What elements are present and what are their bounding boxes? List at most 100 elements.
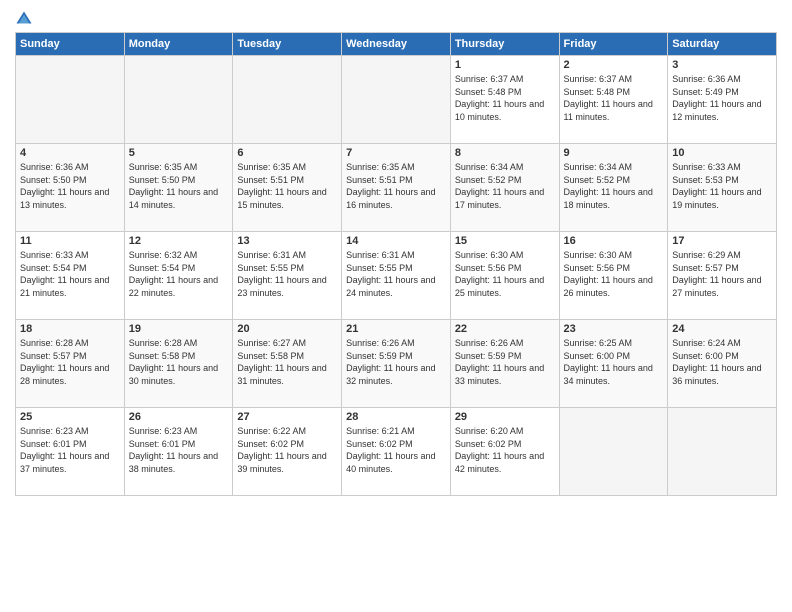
day-info: Sunrise: 6:21 AMSunset: 6:02 PMDaylight:… (346, 425, 446, 475)
day-number: 20 (237, 323, 337, 335)
day-info: Sunrise: 6:25 AMSunset: 6:00 PMDaylight:… (564, 337, 664, 387)
day-header-saturday: Saturday (668, 33, 777, 56)
logo (15, 10, 35, 28)
calendar-cell: 10Sunrise: 6:33 AMSunset: 5:53 PMDayligh… (668, 144, 777, 232)
calendar-cell: 4 Sunrise: 6:36 AMSunset: 5:50 PMDaylight… (16, 144, 125, 232)
day-info: Sunrise: 6:31 AMSunset: 5:55 PMDaylight:… (346, 249, 446, 299)
day-info: Sunrise: 6:35 AMSunset: 5:51 PMDaylight:… (237, 161, 337, 211)
day-info: Sunrise: 6:26 AMSunset: 5:59 PMDaylight:… (455, 337, 555, 387)
day-number: 3 (672, 59, 772, 71)
day-info: Sunrise: 6:37 AMSunset: 5:48 PMDaylight:… (455, 73, 555, 123)
day-info: Sunrise: 6:36 AMSunset: 5:50 PMDaylight:… (20, 161, 120, 211)
calendar-cell: 27 Sunrise: 6:22 AMSunset: 6:02 PMDayligh… (233, 408, 342, 496)
calendar-cell: 15Sunrise: 6:30 AMSunset: 5:56 PMDayligh… (450, 232, 559, 320)
day-number: 26 (129, 411, 229, 423)
day-number: 1 (455, 59, 555, 71)
day-number: 25 (20, 411, 120, 423)
day-number: 15 (455, 235, 555, 247)
day-info: Sunrise: 6:36 AMSunset: 5:49 PMDaylight:… (672, 73, 772, 123)
day-number: 28 (346, 411, 446, 423)
calendar-cell: 24 Sunrise: 6:24 AMSunset: 6:00 PMDayligh… (668, 320, 777, 408)
day-number: 21 (346, 323, 446, 335)
calendar-cell: 18 Sunrise: 6:28 AMSunset: 5:57 PMDayligh… (16, 320, 125, 408)
calendar-table: SundayMondayTuesdayWednesdayThursdayFrid… (15, 32, 777, 496)
calendar-cell: 9Sunrise: 6:34 AMSunset: 5:52 PMDaylight… (559, 144, 668, 232)
day-header-thursday: Thursday (450, 33, 559, 56)
day-number: 2 (564, 59, 664, 71)
calendar-week-row: 1 Sunrise: 6:37 AMSunset: 5:48 PMDaylight… (16, 56, 777, 144)
day-info: Sunrise: 6:35 AMSunset: 5:51 PMDaylight:… (346, 161, 446, 211)
day-info: Sunrise: 6:34 AMSunset: 5:52 PMDaylight:… (455, 161, 555, 211)
day-number: 8 (455, 147, 555, 159)
header (15, 10, 777, 28)
calendar-cell: 11 Sunrise: 6:33 AMSunset: 5:54 PMDayligh… (16, 232, 125, 320)
calendar-cell: 14 Sunrise: 6:31 AMSunset: 5:55 PMDayligh… (342, 232, 451, 320)
day-number: 27 (237, 411, 337, 423)
calendar-cell: 16 Sunrise: 6:30 AMSunset: 5:56 PMDayligh… (559, 232, 668, 320)
day-info: Sunrise: 6:26 AMSunset: 5:59 PMDaylight:… (346, 337, 446, 387)
day-number: 12 (129, 235, 229, 247)
day-number: 23 (564, 323, 664, 335)
day-info: Sunrise: 6:32 AMSunset: 5:54 PMDaylight:… (129, 249, 229, 299)
day-info: Sunrise: 6:35 AMSunset: 5:50 PMDaylight:… (129, 161, 229, 211)
calendar-cell (16, 56, 125, 144)
calendar-cell: 22 Sunrise: 6:26 AMSunset: 5:59 PMDayligh… (450, 320, 559, 408)
calendar-cell: 29 Sunrise: 6:20 AMSunset: 6:02 PMDayligh… (450, 408, 559, 496)
day-number: 24 (672, 323, 772, 335)
day-info: Sunrise: 6:30 AMSunset: 5:56 PMDaylight:… (564, 249, 664, 299)
calendar-cell (124, 56, 233, 144)
day-info: Sunrise: 6:24 AMSunset: 6:00 PMDaylight:… (672, 337, 772, 387)
day-info: Sunrise: 6:28 AMSunset: 5:57 PMDaylight:… (20, 337, 120, 387)
day-number: 16 (564, 235, 664, 247)
calendar-header-row: SundayMondayTuesdayWednesdayThursdayFrid… (16, 33, 777, 56)
calendar-week-row: 18 Sunrise: 6:28 AMSunset: 5:57 PMDayligh… (16, 320, 777, 408)
calendar-cell: 19 Sunrise: 6:28 AMSunset: 5:58 PMDayligh… (124, 320, 233, 408)
calendar-cell (342, 56, 451, 144)
day-number: 10 (672, 147, 772, 159)
calendar-cell: 23 Sunrise: 6:25 AMSunset: 6:00 PMDayligh… (559, 320, 668, 408)
day-number: 9 (564, 147, 664, 159)
calendar-cell (668, 408, 777, 496)
page-container: SundayMondayTuesdayWednesdayThursdayFrid… (0, 0, 792, 501)
day-number: 19 (129, 323, 229, 335)
calendar-cell: 5 Sunrise: 6:35 AMSunset: 5:50 PMDaylight… (124, 144, 233, 232)
calendar-cell: 17 Sunrise: 6:29 AMSunset: 5:57 PMDayligh… (668, 232, 777, 320)
day-number: 6 (237, 147, 337, 159)
calendar-cell: 8 Sunrise: 6:34 AMSunset: 5:52 PMDaylight… (450, 144, 559, 232)
day-number: 11 (20, 235, 120, 247)
day-info: Sunrise: 6:33 AMSunset: 5:54 PMDaylight:… (20, 249, 120, 299)
day-header-friday: Friday (559, 33, 668, 56)
day-number: 13 (237, 235, 337, 247)
calendar-week-row: 25 Sunrise: 6:23 AMSunset: 6:01 PMDayligh… (16, 408, 777, 496)
day-header-monday: Monday (124, 33, 233, 56)
day-number: 18 (20, 323, 120, 335)
day-info: Sunrise: 6:28 AMSunset: 5:58 PMDaylight:… (129, 337, 229, 387)
calendar-cell: 21 Sunrise: 6:26 AMSunset: 5:59 PMDayligh… (342, 320, 451, 408)
day-info: Sunrise: 6:37 AMSunset: 5:48 PMDaylight:… (564, 73, 664, 123)
calendar-cell: 3 Sunrise: 6:36 AMSunset: 5:49 PMDaylight… (668, 56, 777, 144)
day-number: 29 (455, 411, 555, 423)
day-number: 4 (20, 147, 120, 159)
day-number: 7 (346, 147, 446, 159)
calendar-cell: 6 Sunrise: 6:35 AMSunset: 5:51 PMDaylight… (233, 144, 342, 232)
day-number: 14 (346, 235, 446, 247)
day-number: 5 (129, 147, 229, 159)
day-info: Sunrise: 6:22 AMSunset: 6:02 PMDaylight:… (237, 425, 337, 475)
calendar-cell (233, 56, 342, 144)
calendar-cell: 26 Sunrise: 6:23 AMSunset: 6:01 PMDayligh… (124, 408, 233, 496)
day-info: Sunrise: 6:20 AMSunset: 6:02 PMDaylight:… (455, 425, 555, 475)
day-info: Sunrise: 6:23 AMSunset: 6:01 PMDaylight:… (129, 425, 229, 475)
calendar-cell: 2 Sunrise: 6:37 AMSunset: 5:48 PMDaylight… (559, 56, 668, 144)
calendar-week-row: 11 Sunrise: 6:33 AMSunset: 5:54 PMDayligh… (16, 232, 777, 320)
calendar-cell: 1 Sunrise: 6:37 AMSunset: 5:48 PMDaylight… (450, 56, 559, 144)
calendar-cell: 13Sunrise: 6:31 AMSunset: 5:55 PMDayligh… (233, 232, 342, 320)
day-info: Sunrise: 6:23 AMSunset: 6:01 PMDaylight:… (20, 425, 120, 475)
calendar-cell (559, 408, 668, 496)
day-info: Sunrise: 6:29 AMSunset: 5:57 PMDaylight:… (672, 249, 772, 299)
calendar-cell: 7 Sunrise: 6:35 AMSunset: 5:51 PMDaylight… (342, 144, 451, 232)
day-header-tuesday: Tuesday (233, 33, 342, 56)
day-number: 22 (455, 323, 555, 335)
calendar-cell: 28 Sunrise: 6:21 AMSunset: 6:02 PMDayligh… (342, 408, 451, 496)
day-number: 17 (672, 235, 772, 247)
calendar-cell: 20Sunrise: 6:27 AMSunset: 5:58 PMDayligh… (233, 320, 342, 408)
